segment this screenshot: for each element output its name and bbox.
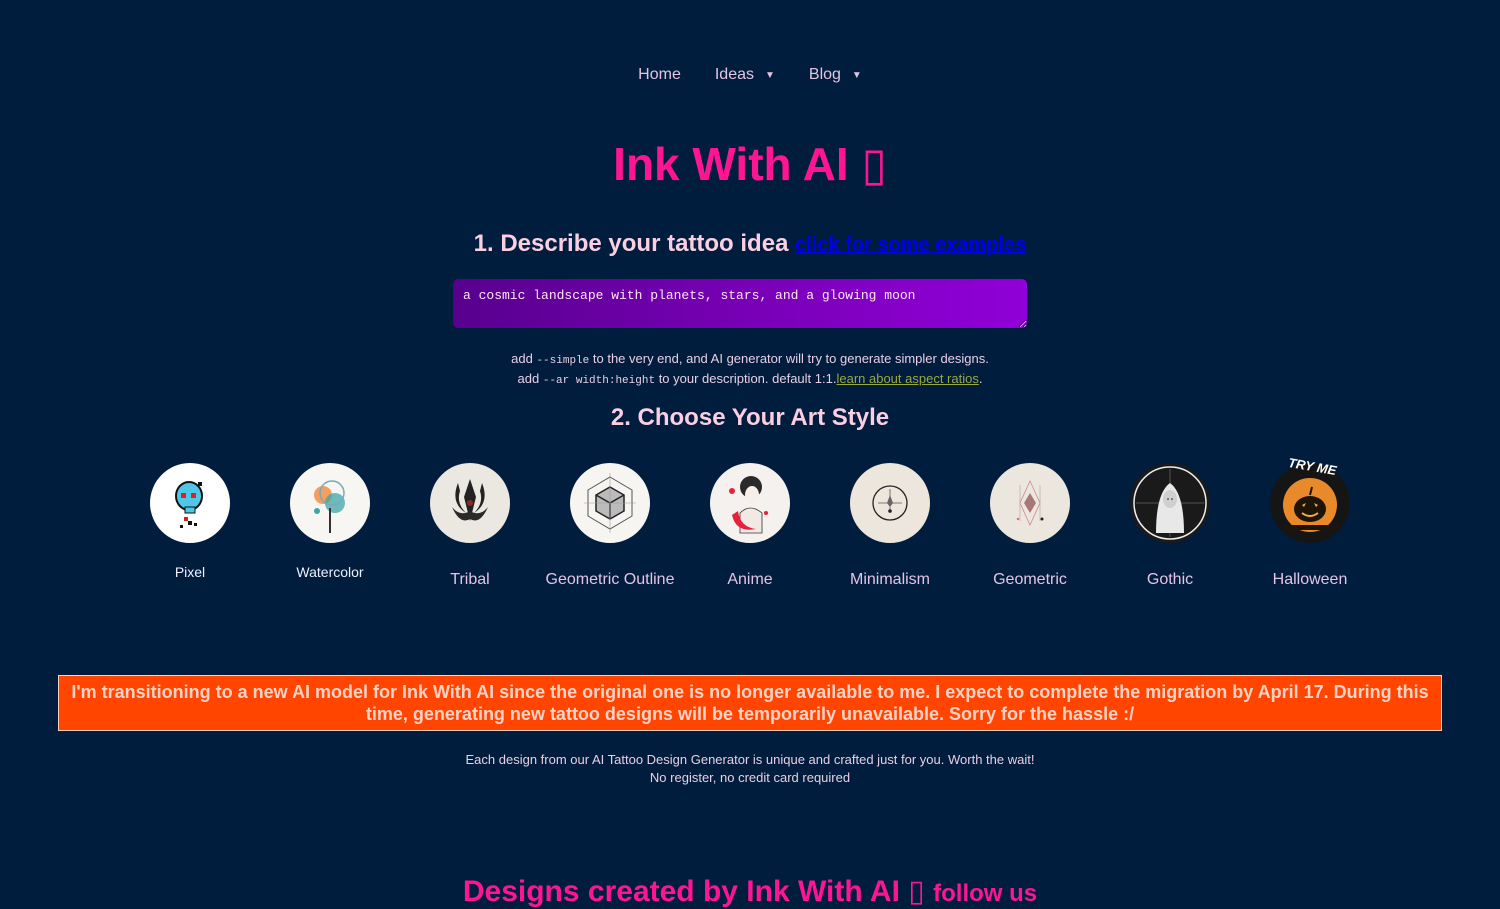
anime-girl-icon [710,463,790,543]
style-label: Geometric [993,571,1067,588]
ar-flag-code: --ar width:height [542,375,656,387]
halloween-pumpkin-icon [1270,463,1350,543]
art-style-list: Pixel Watercolor Tribal Geometric Outlin… [120,455,1380,613]
simple-flag-code: --simple [536,355,590,367]
style-option-geometric-outline[interactable]: Geometric Outline [540,463,680,589]
designs-heading: Designs created by Ink With AI ▯ follow … [0,874,1500,909]
geometric-cube-icon [570,463,650,543]
style-option-geometric[interactable]: Geometric [960,463,1100,589]
nav-home[interactable]: Home [638,66,681,84]
nav-blog[interactable]: Blog ▼ [809,66,862,84]
title-text: Ink With AI [613,138,849,190]
tagline: Each design from our AI Tattoo Design Ge… [0,751,1500,787]
aspect-ratio-hint: add --ar width:height to your descriptio… [0,370,1500,390]
hint-text: to the very end, and AI generator will t… [592,351,989,366]
pixel-skull-icon [150,463,230,543]
nav-ideas[interactable]: Ideas ▼ [715,66,775,84]
page-title: Ink With AI ▯ [0,137,1500,191]
style-option-minimalism[interactable]: Minimalism [820,463,960,589]
style-option-halloween[interactable]: TRY ME Halloween [1240,455,1380,589]
style-option-anime[interactable]: Anime [680,463,820,589]
style-option-tribal[interactable]: Tribal [400,463,540,589]
nav-home-label: Home [638,66,681,83]
hint-text: . [978,371,983,386]
prompt-hints: add --simple to the very end, and AI gen… [0,350,1500,390]
style-label: Pixel [174,564,206,580]
style-option-watercolor[interactable]: Watercolor [260,463,400,581]
main-nav: Home Ideas ▼ Blog ▼ [0,66,1500,84]
style-label: Tribal [450,571,490,588]
style-label: Watercolor [296,564,364,580]
migration-notice-banner: I'm transitioning to a new AI model for … [58,675,1442,731]
hint-text: add [511,351,533,366]
caret-down-icon: ▼ [851,69,862,81]
gothic-woman-icon [1130,463,1210,543]
caret-down-icon: ▼ [764,69,775,81]
hint-text: add [517,371,540,386]
follow-us-link[interactable]: follow us [933,880,1037,907]
style-label: Halloween [1272,571,1348,588]
style-option-pixel[interactable]: Pixel [120,463,260,581]
hint-text: to your description. default 1:1. [658,371,837,386]
tribal-emblem-icon [430,463,510,543]
missing-emoji-icon: ▯ [861,138,887,190]
watercolor-splash-icon [290,463,370,543]
style-label: Minimalism [850,571,930,588]
tattoo-prompt-input[interactable] [453,279,1027,328]
designs-heading-text: Designs created by Ink With AI [462,875,900,908]
nav-ideas-label: Ideas [714,66,754,83]
art-style-heading: 2. Choose Your Art Style [610,404,890,431]
minimal-compass-icon [850,463,930,543]
simple-hint: add --simple to the very end, and AI gen… [0,350,1500,370]
style-option-gothic[interactable]: Gothic [1100,463,1240,589]
missing-emoji-icon: ▯ [908,875,925,908]
geometric-diamond-icon [990,463,1070,543]
style-label: Anime [727,571,773,588]
style-label: Gothic [1146,571,1194,588]
describe-heading: 1. Describe your tattoo idea click for s… [0,230,1500,258]
tagline-line2: No register, no credit card required [649,770,851,785]
aspect-ratios-link[interactable]: learn about aspect ratios [836,371,978,386]
style-label: Geometric Outline [545,571,675,588]
tagline-line1: Each design from our AI Tattoo Design Ge… [465,752,1035,767]
describe-heading-text: 1. Describe your tattoo idea [473,230,789,257]
nav-blog-label: Blog [808,66,841,83]
examples-link[interactable]: click for some examples [795,234,1026,256]
